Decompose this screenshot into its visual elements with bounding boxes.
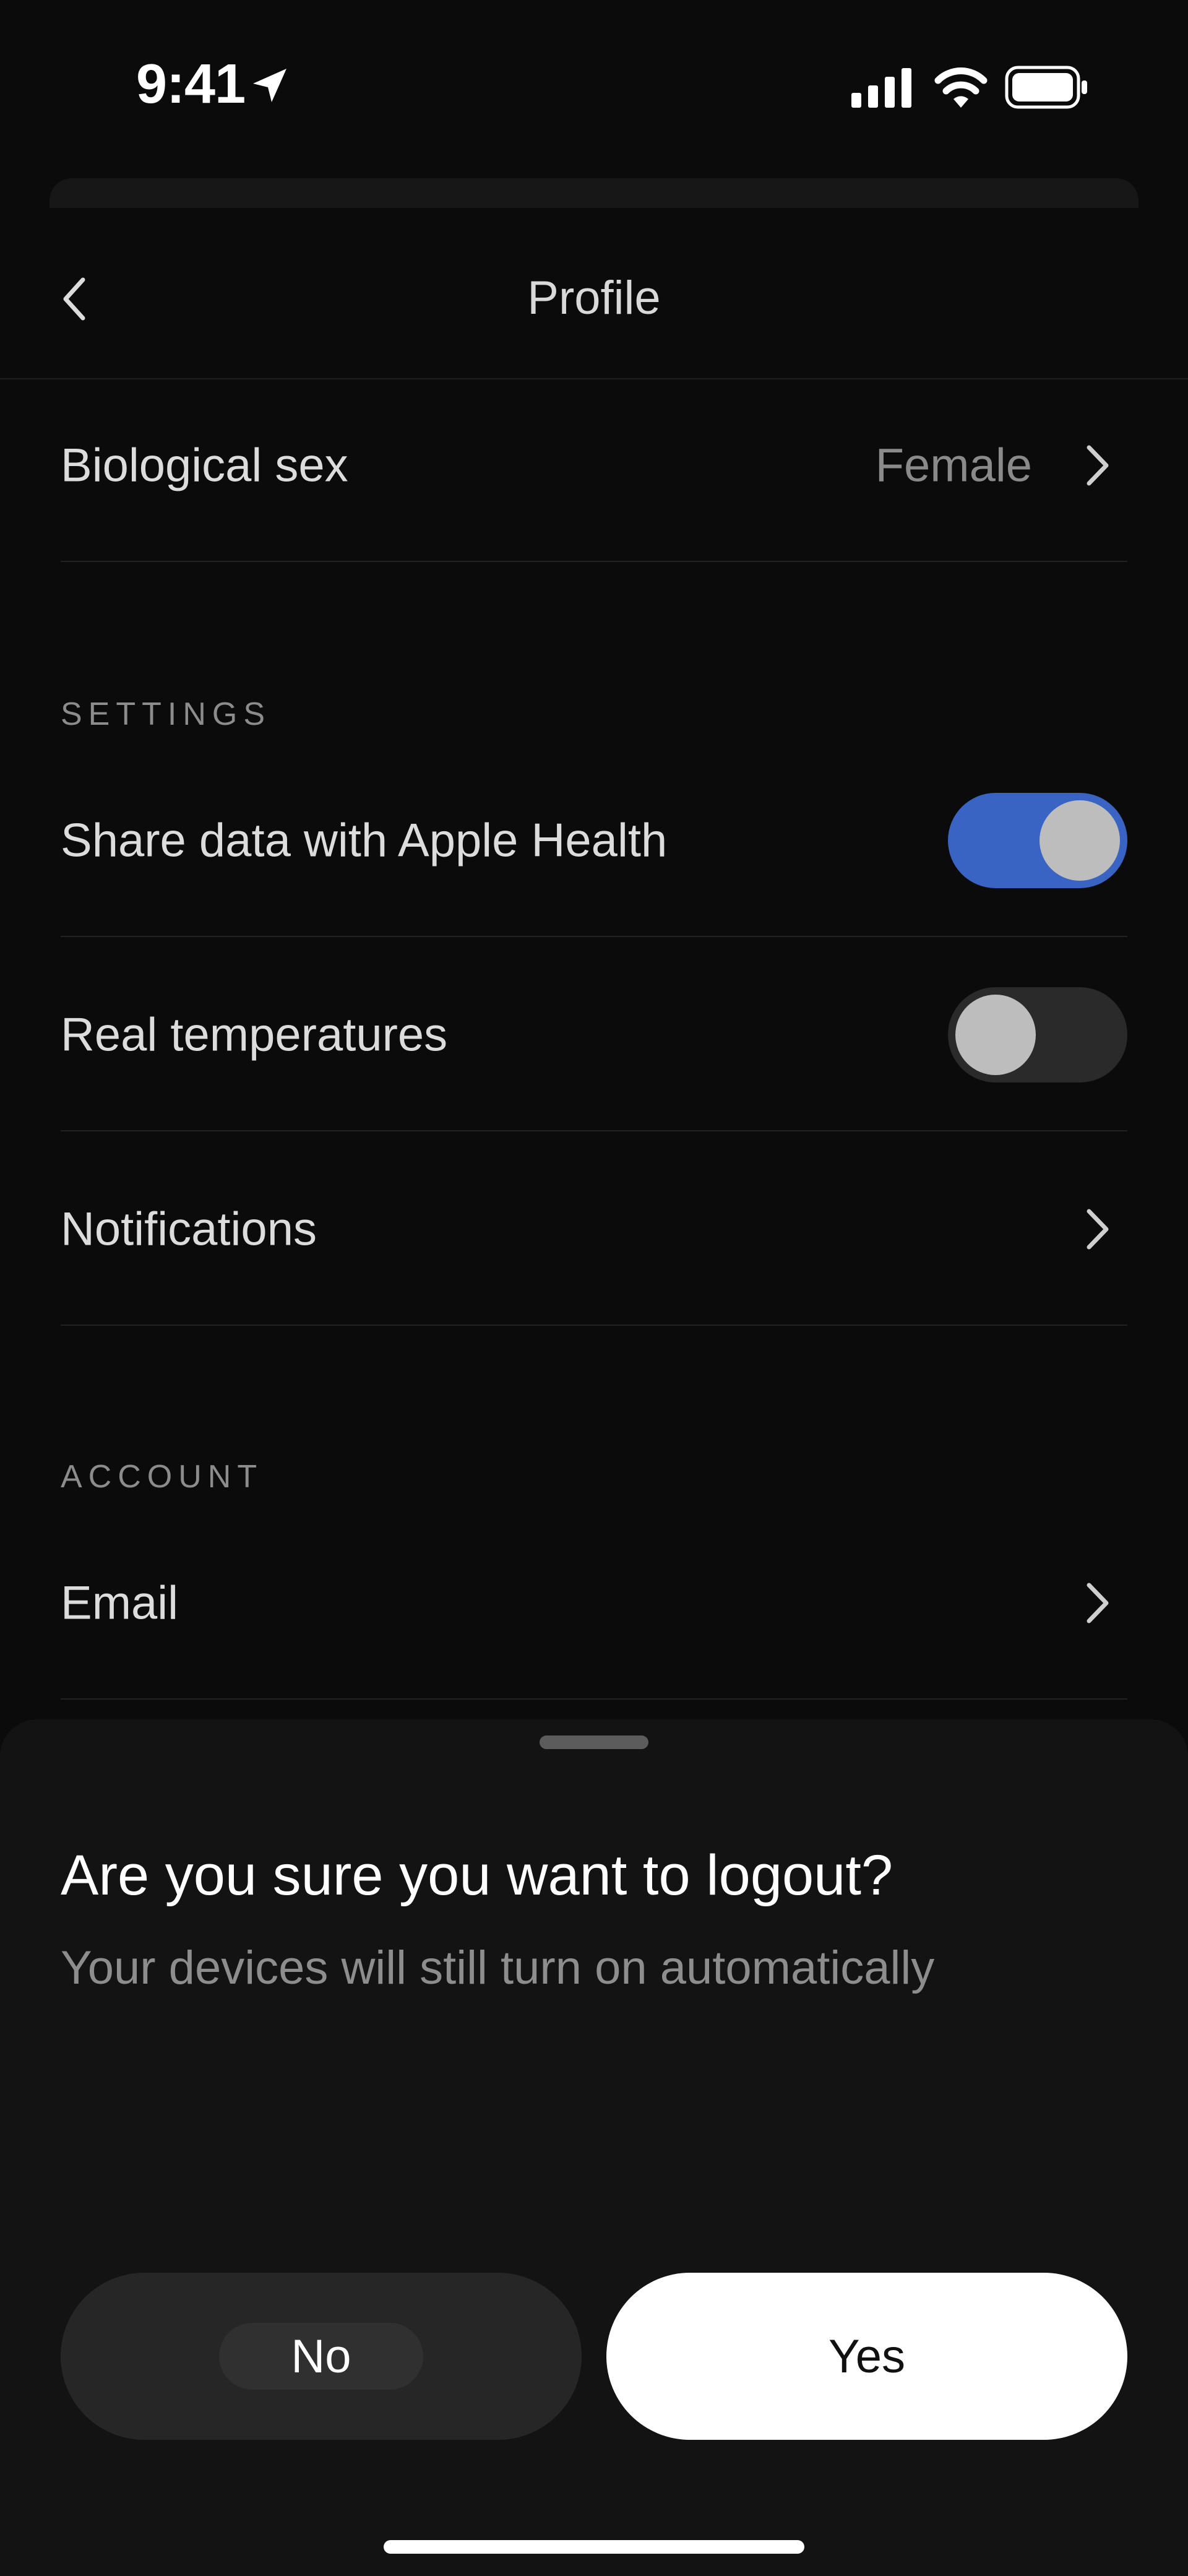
no-button[interactable]: No — [61, 2273, 582, 2440]
logout-modal: Are you sure you want to logout? Your de… — [0, 1719, 1188, 2576]
biological-sex-row[interactable]: Biological sex Female — [61, 369, 1127, 562]
email-row[interactable]: Email — [61, 1506, 1127, 1700]
row-divider — [61, 1325, 1127, 1326]
chevron-right-icon — [1087, 445, 1109, 486]
real-temperatures-toggle[interactable] — [948, 987, 1127, 1083]
share-apple-health-row: Share data with Apple Health — [61, 744, 1127, 937]
chevron-right-icon — [1087, 1583, 1109, 1623]
settings-section-title: SETTINGS — [61, 696, 272, 732]
logout-modal-subtitle: Your devices will still turn on automati… — [61, 1942, 935, 1994]
yes-button[interactable]: Yes — [606, 2273, 1127, 2440]
battery-icon — [1005, 66, 1087, 109]
status-bar: 9:41 — [0, 0, 1188, 173]
home-indicator — [384, 2540, 804, 2554]
real-temperatures-label: Real temperatures — [61, 1008, 448, 1061]
sheet-grabber[interactable] — [540, 1735, 648, 1749]
page-title: Profile — [527, 272, 661, 324]
real-temperatures-row: Real temperatures — [61, 938, 1127, 1131]
row-divider — [61, 936, 1127, 937]
row-divider — [61, 1130, 1127, 1131]
status-time: 9:41 — [136, 53, 246, 115]
sheet-peek — [50, 178, 1138, 208]
share-apple-health-toggle[interactable] — [948, 793, 1127, 888]
location-arrow-icon — [253, 69, 286, 102]
biological-sex-label: Biological sex — [61, 439, 348, 492]
logout-modal-title: Are you sure you want to logout? — [61, 1844, 893, 1907]
row-divider — [61, 1698, 1127, 1700]
row-divider — [61, 561, 1127, 562]
chevron-right-icon — [1087, 1209, 1109, 1250]
wifi-icon — [934, 67, 988, 108]
cellular-signal-icon — [851, 68, 911, 108]
account-section-title: ACCOUNT — [61, 1459, 264, 1495]
share-apple-health-label: Share data with Apple Health — [61, 814, 668, 867]
toggle-knob — [955, 995, 1036, 1075]
toggle-knob — [1040, 800, 1120, 881]
biological-sex-value: Female — [875, 439, 1032, 492]
email-label: Email — [61, 1576, 179, 1630]
notifications-label: Notifications — [61, 1203, 317, 1256]
no-button-label: No — [219, 2323, 423, 2390]
notifications-row[interactable]: Notifications — [61, 1133, 1127, 1326]
